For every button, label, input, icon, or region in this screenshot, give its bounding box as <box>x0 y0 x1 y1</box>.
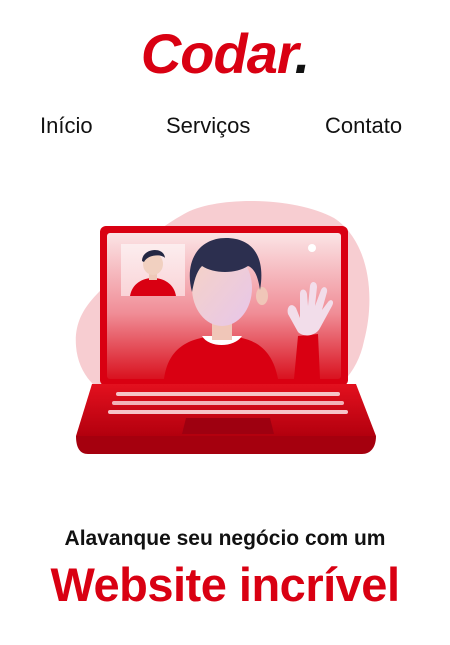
brand-logo[interactable]: Codar. <box>0 22 450 86</box>
nav-link-inicio[interactable]: Início <box>40 110 93 142</box>
main-nav: Início Serviços Contato <box>0 110 450 142</box>
hero-headline: Website incrível <box>50 558 401 611</box>
nav-link-servicos[interactable]: Serviços <box>166 110 250 142</box>
self-view-tile <box>121 244 185 296</box>
laptop-icon <box>100 226 348 386</box>
hero-illustration <box>64 196 386 464</box>
brand-name: Codar <box>140 22 296 85</box>
brand-dot: . <box>294 22 311 85</box>
hero-tagline: Alavanque seu negócio com um <box>64 527 386 550</box>
nav-link-contato[interactable]: Contato <box>325 110 402 142</box>
laptop-base <box>76 384 376 454</box>
